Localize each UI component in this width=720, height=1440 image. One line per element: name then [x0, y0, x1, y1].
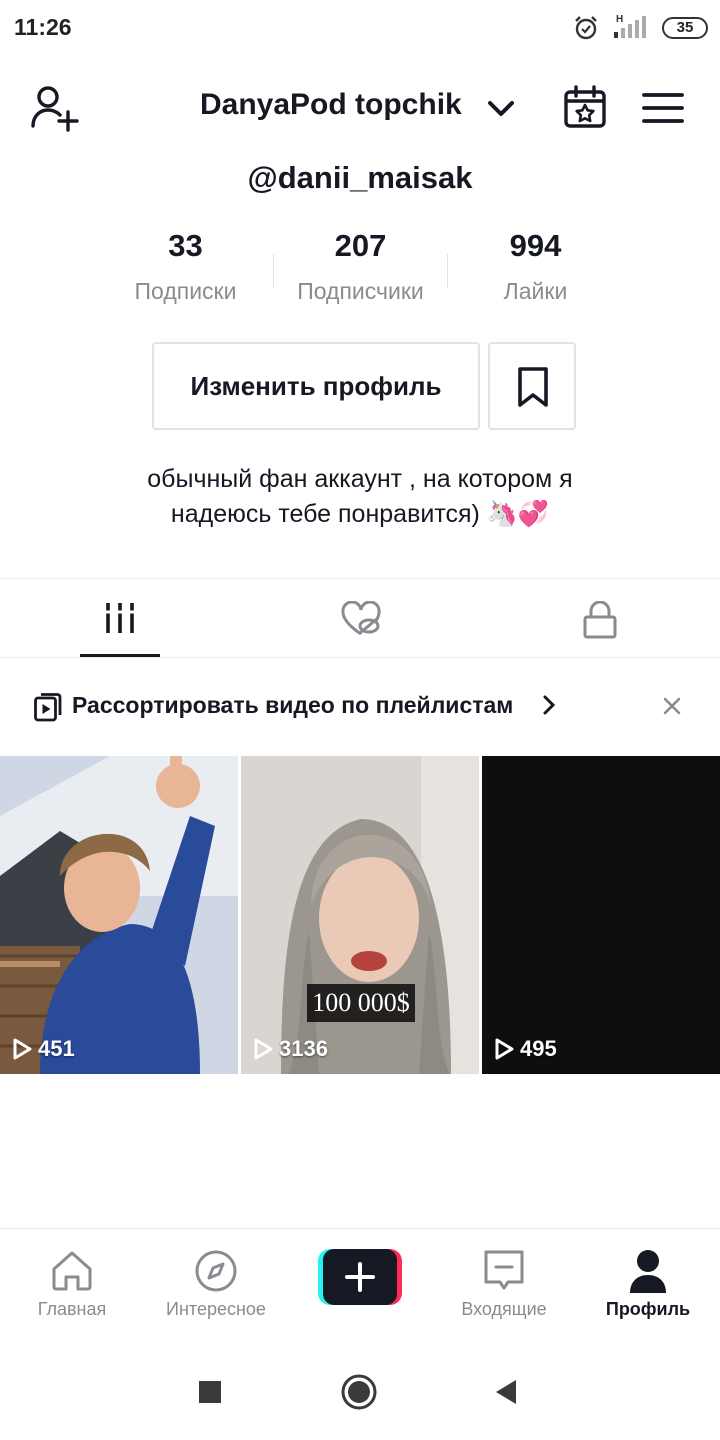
content-tabs: [0, 578, 720, 658]
network-type: H: [616, 14, 623, 25]
bottom-navigation: Главная Интересное Входящие Профиль: [0, 1228, 720, 1344]
nav-discover-label: Интересное: [166, 1299, 266, 1319]
play-icon: [13, 1038, 32, 1060]
lock-icon: [583, 601, 617, 639]
profile-handle: @danii_maisak: [247, 160, 473, 195]
video-thumbnail[interactable]: 495: [482, 756, 720, 1074]
chevron-down-icon[interactable]: [486, 94, 516, 124]
stat-following-value: 33: [168, 228, 203, 263]
nav-profile-label: Профиль: [605, 1299, 691, 1319]
menu-icon[interactable]: [642, 90, 684, 126]
tab-private[interactable]: [480, 579, 720, 657]
home-icon: [52, 1251, 92, 1291]
grid-icon: [104, 603, 136, 633]
view-count-value: 3136: [279, 1036, 328, 1061]
battery-indicator: 35: [662, 17, 708, 39]
nav-home[interactable]: Главная: [12, 1229, 132, 1345]
stat-following-label: Подписки: [134, 278, 237, 304]
video-thumbnail-image: [0, 756, 238, 1074]
view-count-value: 451: [38, 1036, 75, 1061]
playlist-banner[interactable]: Рассортировать видео по плейлистам: [0, 660, 720, 752]
stat-following[interactable]: 33 Подписки: [98, 228, 273, 305]
create-video-button[interactable]: [318, 1249, 402, 1305]
view-count-value: 495: [520, 1036, 557, 1061]
stat-likes[interactable]: 994 Лайки: [448, 228, 623, 305]
edit-profile-button[interactable]: Изменить профиль: [152, 342, 480, 430]
view-count: 451: [12, 1036, 75, 1062]
nav-inbox[interactable]: Входящие: [444, 1229, 564, 1345]
close-icon[interactable]: [660, 694, 684, 718]
status-time: 11:26: [14, 14, 72, 40]
stat-followers[interactable]: 207 Подписчики: [273, 228, 448, 305]
bio-line: надеюсь тебе понравится) 🦄💞: [170, 500, 550, 528]
video-caption: 100 000$: [307, 984, 415, 1022]
profile-bio: обычный фан аккаунт , на котором я надею…: [60, 462, 660, 532]
active-tab-indicator: [80, 654, 160, 657]
video-thumbnail[interactable]: 451: [0, 756, 238, 1074]
video-thumbnail[interactable]: 100 000$ 3136: [241, 756, 479, 1074]
compass-icon: [195, 1250, 237, 1292]
stat-followers-value: 207: [334, 228, 387, 263]
stat-followers-label: Подписчики: [297, 278, 424, 304]
bio-line: обычный фан аккаунт , на котором я: [147, 465, 573, 493]
stat-likes-value: 994: [509, 228, 562, 263]
bookmark-icon: [518, 367, 548, 407]
chevron-right-icon: [543, 695, 556, 715]
inbox-icon: [484, 1250, 524, 1290]
status-bar: 11:26 H 35: [0, 0, 720, 56]
recent-apps-icon[interactable]: [198, 1380, 222, 1404]
view-count: 3136: [253, 1036, 328, 1062]
nav-home-label: Главная: [37, 1299, 107, 1319]
video-thumbnail-image: [241, 756, 479, 1074]
calendar-star-icon[interactable]: [562, 84, 608, 130]
nav-inbox-label: Входящие: [461, 1299, 547, 1319]
profile-header: DanyaPod topchik: [0, 70, 720, 150]
back-icon[interactable]: [494, 1378, 518, 1406]
stat-likes-label: Лайки: [503, 278, 568, 304]
alarm-icon: [575, 16, 597, 40]
account-switcher-title[interactable]: DanyaPod topchik: [200, 88, 462, 122]
play-icon: [495, 1038, 514, 1060]
home-system-icon[interactable]: [341, 1374, 377, 1410]
add-user-icon[interactable]: [30, 84, 82, 132]
tab-liked[interactable]: [240, 579, 480, 657]
play-icon: [254, 1038, 273, 1060]
playlist-icon: [34, 693, 62, 722]
system-navigation-bar: [0, 1344, 720, 1440]
view-count: 495: [494, 1036, 557, 1062]
profile-icon: [630, 1250, 666, 1293]
nav-discover[interactable]: Интересное: [150, 1229, 282, 1345]
favorites-button[interactable]: [488, 342, 576, 430]
tab-videos[interactable]: [0, 579, 240, 657]
signal-icon: H: [614, 14, 646, 38]
nav-profile[interactable]: Профиль: [588, 1229, 708, 1345]
playlist-banner-text: Рассортировать видео по плейлистам: [72, 692, 514, 718]
liked-hidden-icon: [341, 601, 381, 636]
